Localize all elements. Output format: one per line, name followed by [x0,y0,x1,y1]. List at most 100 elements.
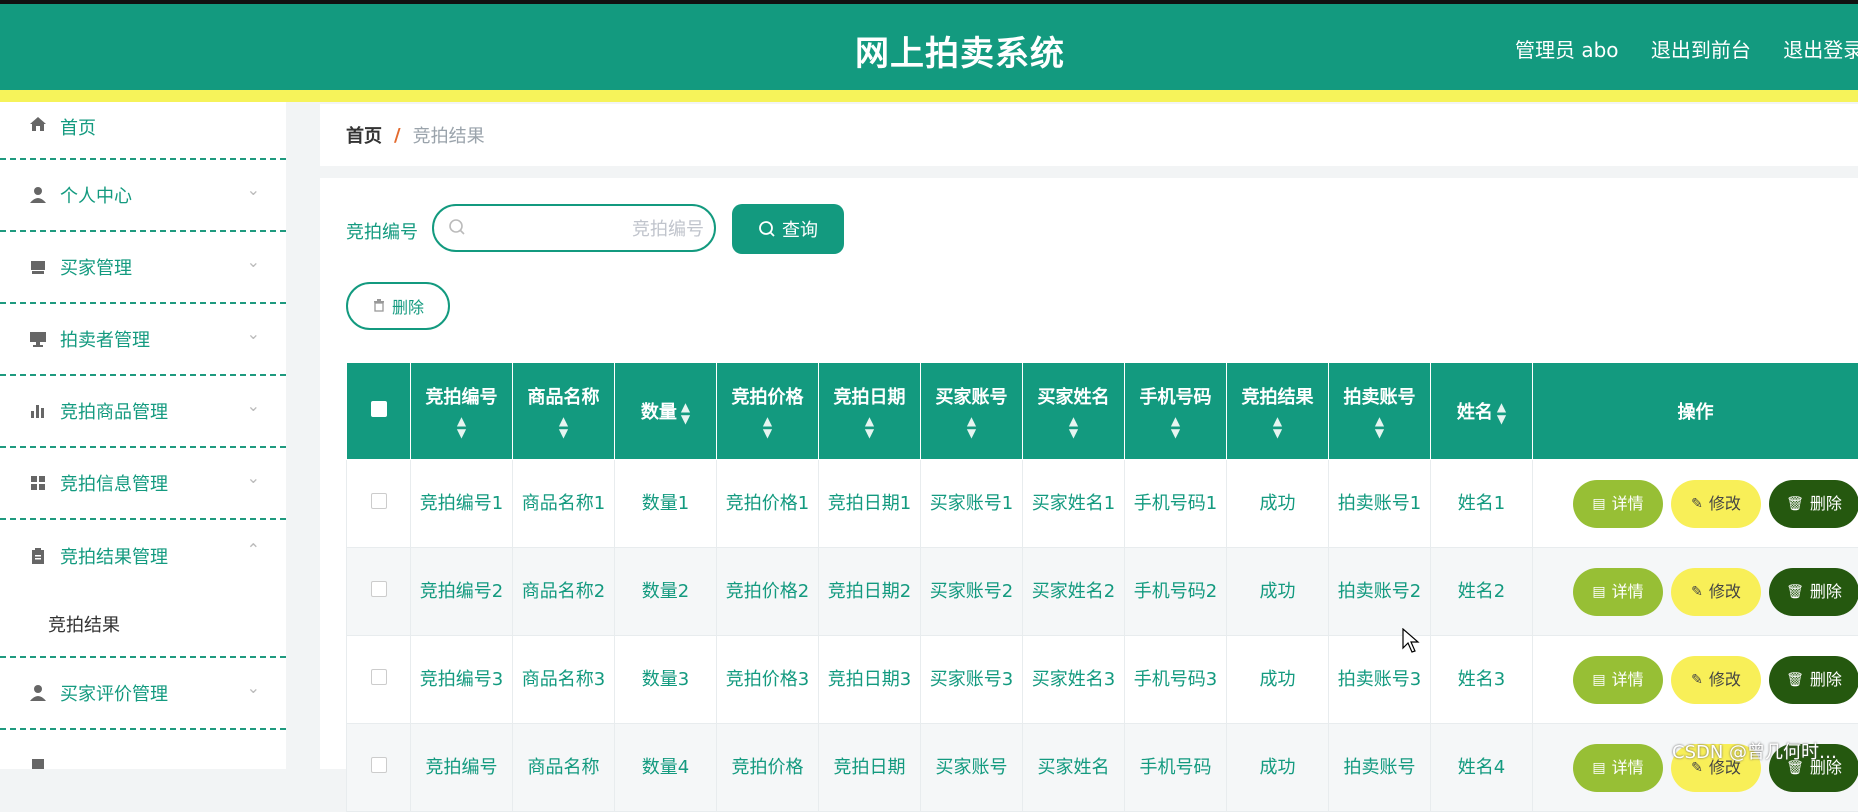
table-cell: 拍卖账号 [1329,724,1431,812]
sidebar-item-buyer-reviews[interactable]: 买家评价管理 ⌄ [0,658,286,730]
table-cell: 买家账号2 [921,548,1023,636]
breadcrumb: 首页 / 竞拍结果 [320,104,1858,166]
back-to-front-link[interactable]: 退出到前台 [1651,38,1751,62]
detail-button[interactable]: ▤详情 [1573,744,1663,792]
sidebar-subitem-auction-results[interactable]: 竞拍结果 [0,592,286,658]
edit-button[interactable]: ✎修改 [1671,568,1761,616]
breadcrumb-current: 竞拍结果 [413,122,485,148]
row-select-cell[interactable] [347,724,411,812]
table-cell: 竞拍编号 [411,724,513,812]
table-cell: 姓名4 [1431,724,1533,812]
table-cell: 拍卖账号2 [1329,548,1431,636]
delete-button-label: 删除 [1810,490,1842,518]
search-box [432,204,716,252]
detail-button-label: 详情 [1612,578,1644,606]
document-icon: ▤ [1592,490,1605,518]
column-header[interactable]: 买家姓名▲▼ [1023,363,1125,460]
edit-button[interactable]: ✎修改 [1671,480,1761,528]
mouse-cursor [1402,628,1420,658]
detail-button[interactable]: ▤详情 [1573,656,1663,704]
column-header[interactable]: 数量▲▼ [615,363,717,460]
sidebar-item-personal-center[interactable]: 个人中心 ⌄ [0,160,286,232]
row-checkbox[interactable] [371,493,387,509]
column-header[interactable]: 竞拍价格▲▼ [717,363,819,460]
table-cell: 买家姓名1 [1023,460,1125,548]
clipboard-icon [28,546,48,566]
table-cell: 竞拍日期1 [819,460,921,548]
column-header-label: 竞拍结果 [1242,387,1314,408]
select-all-checkbox[interactable] [371,401,387,417]
delete-button-label: 删除 [1810,666,1842,694]
sidebar-item-auction-info[interactable]: 竞拍信息管理 ⌄ [0,448,286,520]
sidebar-item-seller-management[interactable]: 拍卖者管理 ⌄ [0,304,286,376]
detail-button[interactable]: ▤详情 [1573,568,1663,616]
sort-icon[interactable]: ▲▼ [1497,401,1506,425]
edit-button[interactable]: ✎修改 [1671,656,1761,704]
sidebar-item-partial[interactable] [0,730,286,769]
column-header[interactable]: 拍卖账号▲▼ [1329,363,1431,460]
sort-icon[interactable]: ▲▼ [925,415,1018,439]
sidebar-item-auction-results[interactable]: 竞拍结果管理 ⌃ [0,520,286,592]
sidebar-item-home[interactable]: 首页 [0,102,286,160]
column-header[interactable]: 竞拍编号▲▼ [411,363,513,460]
sort-icon[interactable]: ▲▼ [1027,415,1120,439]
sort-icon[interactable]: ▲▼ [721,415,814,439]
trash-icon: 🗑 [1786,490,1804,518]
row-checkbox[interactable] [371,581,387,597]
table-row: 竞拍编号商品名称数量4竞拍价格竞拍日期买家账号买家姓名手机号码成功拍卖账号姓名4… [347,724,1858,812]
row-checkbox[interactable] [371,669,387,685]
detail-button[interactable]: ▤详情 [1573,480,1663,528]
delete-button[interactable]: 🗑删除 [1769,480,1858,528]
table-cell: 姓名2 [1431,548,1533,636]
table-cell: 商品名称 [513,724,615,812]
table-cell: 成功 [1227,724,1329,812]
column-header[interactable]: 买家账号▲▼ [921,363,1023,460]
logout-link[interactable]: 退出登录 [1783,38,1858,62]
column-header[interactable]: 手机号码▲▼ [1125,363,1227,460]
sort-icon[interactable]: ▲▼ [415,415,508,439]
trash-icon [372,297,386,316]
table-cell: 竞拍编号2 [411,548,513,636]
detail-button-label: 详情 [1612,490,1644,518]
sort-icon[interactable]: ▲▼ [1333,415,1426,439]
sidebar-item-label: 买家评价管理 [60,680,168,706]
search-input[interactable] [478,214,706,244]
row-checkbox[interactable] [371,757,387,773]
breadcrumb-home[interactable]: 首页 [346,122,382,148]
column-header[interactable]: 姓名▲▼ [1431,363,1533,460]
table-cell: 竞拍编号1 [411,460,513,548]
query-button[interactable]: 查询 [732,204,844,254]
row-select-cell[interactable] [347,460,411,548]
content-panel: 竞拍编号 查询 删除 竞拍编号▲▼ 商品名称▲▼ 数量▲▼ 竞拍价格▲ [320,178,1858,769]
sort-icon[interactable]: ▲▼ [681,401,690,425]
bar-chart-icon [28,401,48,421]
sidebar-item-buyer-management[interactable]: 买家管理 ⌄ [0,232,286,304]
sidebar: 首页 个人中心 ⌄ 买家管理 ⌄ 拍卖者管理 ⌄ 竞拍商品管理 ⌄ 竞拍信息管理… [0,102,286,769]
edit-button-label: 修改 [1709,490,1741,518]
table-cell: 竞拍价格2 [717,548,819,636]
row-select-cell[interactable] [347,636,411,724]
chevron-down-icon: ⌄ [247,396,260,415]
sort-icon[interactable]: ▲▼ [517,415,610,439]
sort-icon[interactable]: ▲▼ [1129,415,1222,439]
batch-delete-button[interactable]: 删除 [346,282,450,330]
column-header[interactable]: 竞拍日期▲▼ [819,363,921,460]
table-row: 竞拍编号3商品名称3数量3竞拍价格3竞拍日期3买家账号3买家姓名3手机号码3成功… [347,636,1858,724]
sidebar-item-label: 拍卖者管理 [60,326,150,352]
table-cell: 成功 [1227,548,1329,636]
select-all-header[interactable] [347,363,411,460]
table-cell: 成功 [1227,636,1329,724]
column-header[interactable]: 商品名称▲▼ [513,363,615,460]
table-cell: 手机号码3 [1125,636,1227,724]
sidebar-item-auction-goods[interactable]: 竞拍商品管理 ⌄ [0,376,286,448]
sort-icon[interactable]: ▲▼ [1231,415,1324,439]
delete-button[interactable]: 🗑删除 [1769,568,1858,616]
delete-button[interactable]: 🗑删除 [1769,656,1858,704]
sort-icon[interactable]: ▲▼ [823,415,916,439]
column-header[interactable]: 竞拍结果 ▲▼ [1227,363,1329,460]
table-cell: 手机号码2 [1125,548,1227,636]
table-cell: 竞拍编号3 [411,636,513,724]
row-select-cell[interactable] [347,548,411,636]
table-cell: 姓名1 [1431,460,1533,548]
table-cell: 买家账号3 [921,636,1023,724]
